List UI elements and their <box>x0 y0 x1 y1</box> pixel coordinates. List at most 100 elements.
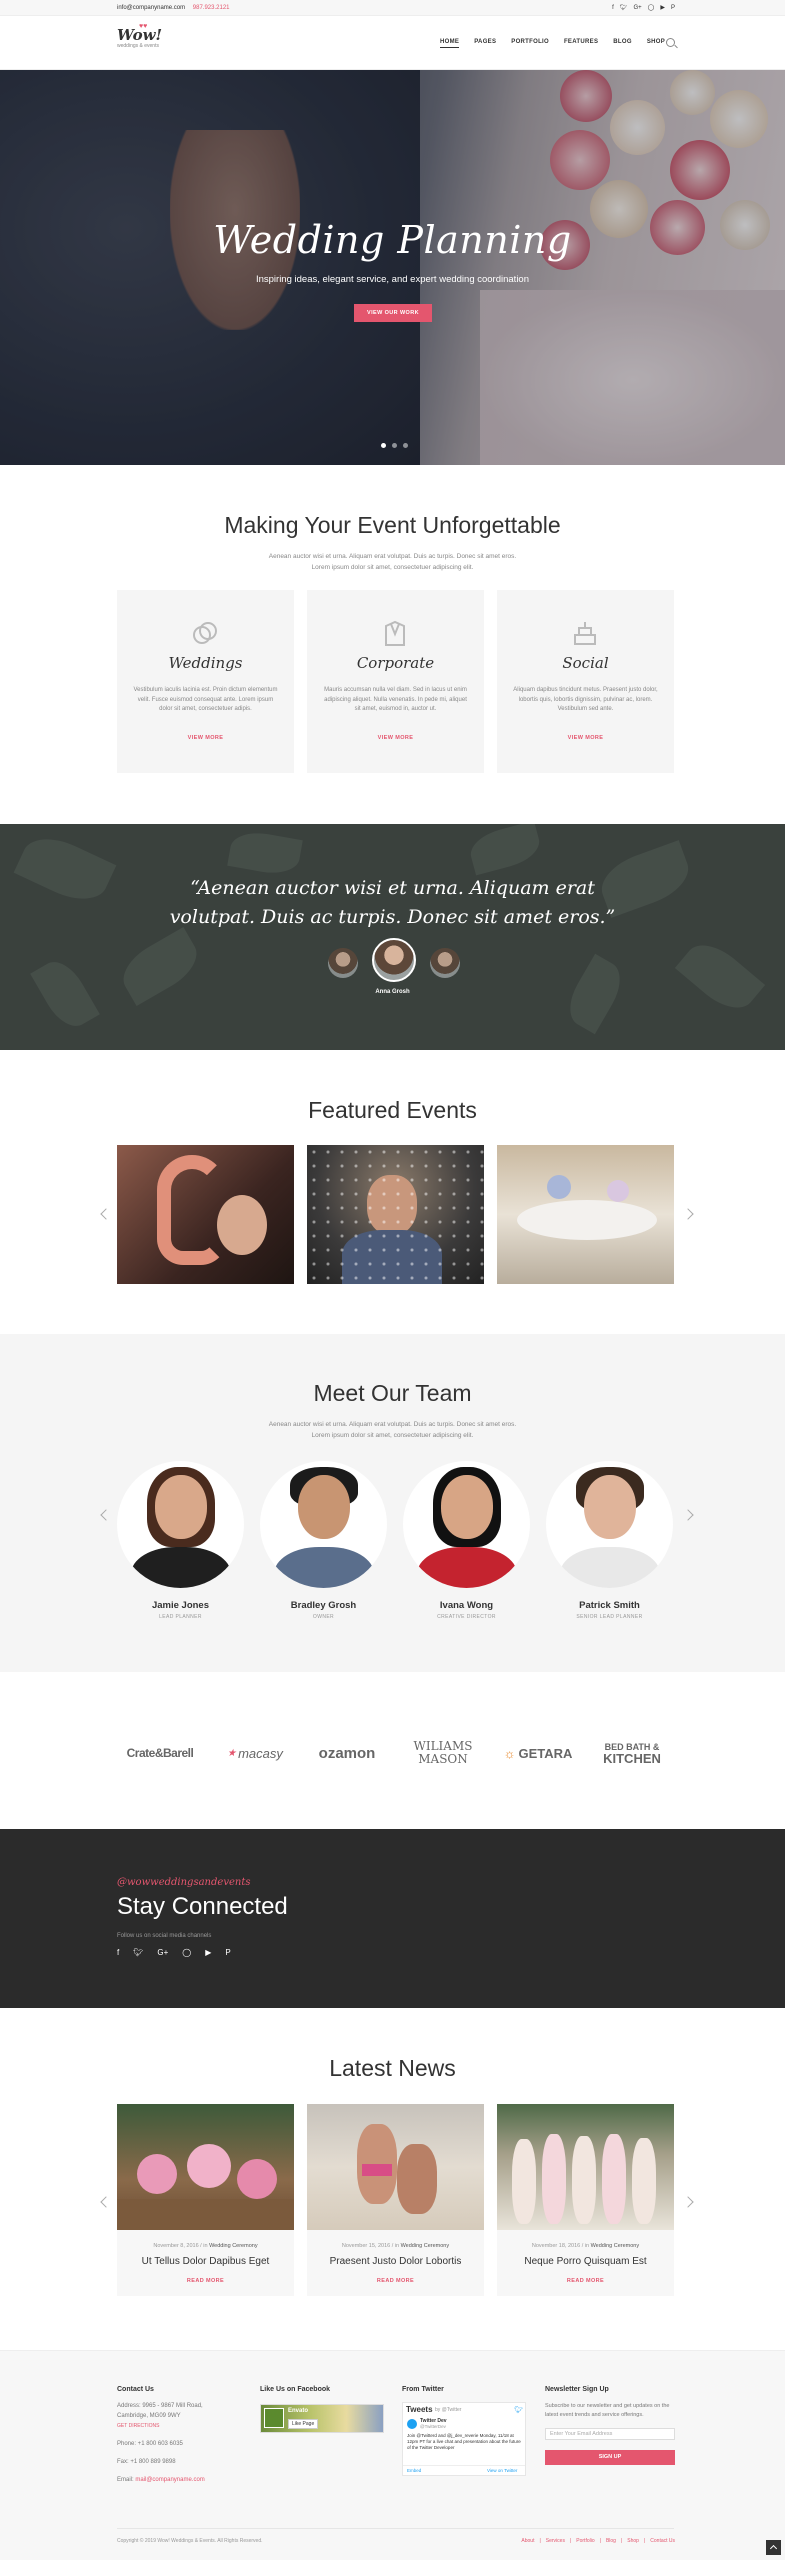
featured-next-arrow[interactable] <box>682 1208 694 1220</box>
tw-text: Join @Twitterd and @j_dev_reverie Monday… <box>407 2433 521 2450</box>
get-directions-link[interactable]: GET DIRECTIONS <box>117 2423 159 2429</box>
cake-icon <box>574 622 596 645</box>
news-heading[interactable]: Ut Tellus Dolor Dapibus Eget <box>117 2256 294 2267</box>
tw-view-link[interactable]: View on Twitter <box>487 2468 517 2473</box>
top-contact: info@companyname.com 987.923.2121 <box>117 0 230 16</box>
pinterest-icon[interactable]: P <box>671 0 675 16</box>
fb-like-button[interactable]: Like Page <box>288 2419 319 2429</box>
client-logo-getara[interactable]: ☼ GETARA <box>498 1738 578 1768</box>
news-heading[interactable]: Neque Porro Quisquam Est <box>497 2256 674 2267</box>
slider-dot-1[interactable] <box>381 443 386 448</box>
back-to-top-button[interactable] <box>766 2540 781 2555</box>
client-logo-bedbath[interactable]: BED BATH & KITCHEN <box>592 1738 672 1768</box>
tw-avatar <box>407 2419 417 2429</box>
client-logo-macasy[interactable]: ★ macasy <box>215 1738 295 1768</box>
table-photo[interactable] <box>497 1145 674 1284</box>
client-logo-bedbath-line2: KITCHEN <box>603 1751 661 1766</box>
client-logo-wiliams-line2: MASON <box>418 1752 468 1766</box>
footer-link-portfolio[interactable]: Portfolio <box>576 2538 594 2544</box>
view-more-link[interactable]: VIEW MORE <box>307 735 484 741</box>
sign-up-button[interactable]: SIGN UP <box>545 2450 675 2465</box>
testimonial-avatar-prev[interactable] <box>328 948 358 978</box>
read-more-link[interactable]: READ MORE <box>117 2278 294 2284</box>
top-bar: info@companyname.com 987.923.2121 f 🐦︎ G… <box>0 0 785 16</box>
service-card-social: Social Aliquam dapibus tincidunt metus. … <box>497 590 674 773</box>
team-text-2: Lorem ipsum dolor sit amet, consectetuer… <box>311 1432 474 1439</box>
footer-link-about[interactable]: About <box>521 2538 534 2544</box>
news-category[interactable]: Wedding Ceremony <box>209 2243 258 2249</box>
google-plus-icon[interactable]: G+ <box>157 1948 168 1957</box>
newsletter-email-input[interactable]: Enter Your Email Address <box>545 2428 675 2440</box>
quote-line-1: “Aenean auctor wisi et urna. Aliquam era… <box>190 877 595 899</box>
client-logo-ozamon[interactable]: ozamon <box>310 1738 384 1768</box>
testimonial-avatar-next[interactable] <box>430 948 460 978</box>
facebook-widget[interactable]: Envato Like Page <box>260 2404 384 2433</box>
search-icon[interactable] <box>666 38 675 47</box>
twitter-widget: Tweets by @Twitter 🐦︎ Twitter Dev @Twitt… <box>402 2402 526 2476</box>
view-more-link[interactable]: VIEW MORE <box>497 735 674 741</box>
nav-home[interactable]: HOME <box>440 39 460 48</box>
footer-link-services[interactable]: Services <box>546 2538 565 2544</box>
logo[interactable]: ♥♥ Wow! weddings & events <box>117 23 177 60</box>
footer-phone: Phone: +1 800 603 6035 <box>117 2441 183 2447</box>
view-our-work-button[interactable]: VIEW OUR WORK <box>354 304 432 322</box>
team-member-jamie[interactable]: Jamie Jones LEAD PLANNER <box>117 1461 244 1620</box>
footer-link-shop[interactable]: Shop <box>627 2538 639 2544</box>
client-logo-wiliams-mason[interactable]: WILIAMS MASON <box>398 1738 488 1768</box>
top-phone[interactable]: 987.923.2121 <box>193 5 230 11</box>
service-name: Weddings <box>168 654 243 672</box>
view-more-link[interactable]: VIEW MORE <box>117 735 294 741</box>
footer-link-contact[interactable]: Contact Us <box>650 2538 675 2544</box>
twitter-icon[interactable]: 🐦︎ <box>133 1948 143 1957</box>
twitter-icon[interactable]: 🐦︎ <box>620 0 628 16</box>
team-member-ivana[interactable]: Ivana Wong CREATIVE DIRECTOR <box>403 1461 530 1620</box>
team-member-patrick[interactable]: Patrick Smith SENIOR LEAD PLANNER <box>546 1461 673 1620</box>
tw-embed-link[interactable]: Embed <box>407 2468 421 2473</box>
nav-blog[interactable]: BLOG <box>613 39 632 48</box>
google-plus-icon[interactable]: G+ <box>633 0 641 16</box>
facebook-icon[interactable]: f <box>117 1948 119 1957</box>
slider-dot-3[interactable] <box>403 443 408 448</box>
nav-shop[interactable]: SHOP <box>647 39 665 48</box>
member-name: Jamie Jones <box>151 1600 210 1611</box>
footer-email-link[interactable]: mail@companyname.com <box>135 2477 204 2483</box>
logo-subtitle: weddings & events <box>117 43 159 49</box>
read-more-link[interactable]: READ MORE <box>307 2278 484 2284</box>
news-next-arrow[interactable] <box>682 2196 694 2208</box>
nav-portfolio[interactable]: PORTFOLIO <box>511 39 549 48</box>
nav-features[interactable]: FEATURES <box>564 39 598 48</box>
youtube-icon[interactable]: ▶ <box>660 0 665 16</box>
featured-prev-arrow[interactable] <box>100 1208 112 1220</box>
footer-link-blog[interactable]: Blog <box>606 2538 616 2544</box>
facebook-icon[interactable]: f <box>612 0 614 16</box>
news-card-3[interactable]: November 18, 2016 / in Wedding Ceremony … <box>497 2104 674 2296</box>
client-logo-crate[interactable]: Crate&Barell <box>117 1738 203 1768</box>
news-sep: / in <box>198 2243 210 2249</box>
read-more-link[interactable]: READ MORE <box>497 2278 674 2284</box>
news-category[interactable]: Wedding Ceremony <box>591 2243 640 2249</box>
top-email[interactable]: info@companyname.com <box>117 5 185 11</box>
nav-pages[interactable]: PAGES <box>474 39 496 48</box>
instagram-icon[interactable]: ◯ <box>648 0 655 16</box>
avatar <box>403 1461 530 1588</box>
news-prev-arrow[interactable] <box>100 2196 112 2208</box>
footer-email-row: Email: mail@companyname.com <box>117 2477 205 2483</box>
service-name: Social <box>562 654 609 672</box>
instagram-icon[interactable]: ◯ <box>182 1948 191 1957</box>
news-card-1[interactable]: November 8, 2016 / in Wedding Ceremony U… <box>117 2104 294 2296</box>
pinterest-icon[interactable]: P <box>225 1948 230 1957</box>
slider-dot-2[interactable] <box>392 443 397 448</box>
groom-photo[interactable] <box>307 1145 484 1284</box>
news-card-2[interactable]: November 15, 2016 / in Wedding Ceremony … <box>307 2104 484 2296</box>
tw-handle: @TwitterDev <box>420 2424 446 2429</box>
news-heading[interactable]: Praesent Justo Dolor Lobortis <box>307 2256 484 2267</box>
balloon-photo[interactable] <box>117 1145 294 1284</box>
testimonial-avatar-active[interactable] <box>372 938 416 982</box>
footer-address-1: Address: 9965 - 9867 Mill Road, <box>117 2403 203 2409</box>
news-category[interactable]: Wedding Ceremony <box>401 2243 450 2249</box>
news-sep: / in <box>390 2243 401 2249</box>
client-logo-getara-text: GETARA <box>518 1745 573 1761</box>
youtube-icon[interactable]: ▶ <box>205 1948 211 1957</box>
hero-subtitle: Inspiring ideas, elegant service, and ex… <box>255 274 530 285</box>
team-member-bradley[interactable]: Bradley Grosh OWNER <box>260 1461 387 1620</box>
